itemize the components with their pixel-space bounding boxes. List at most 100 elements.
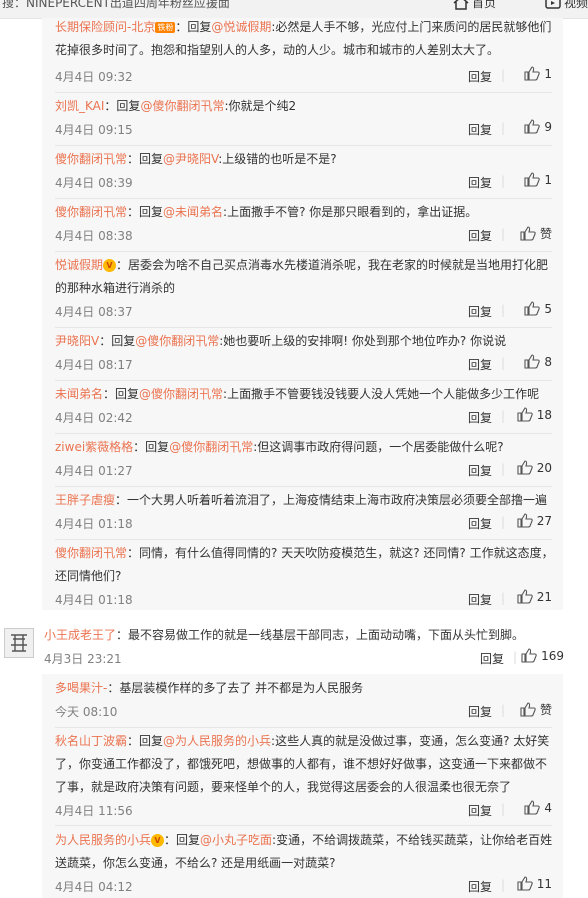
reply-button[interactable]: 回复 [468,802,492,819]
reply-body: 居委会为啥不自己买点消毒水先楼道消杀呢，我在老家的时候就是当地用打化肥的那种水箱… [55,258,549,295]
reply-item: ziwei紫薇格格：回复@傻你翻闭卂常:但这调事市政府得问题，一个居委能做什么呢… [55,436,555,459]
reply-author-link[interactable]: 悦诚假期 [55,258,103,272]
reply-body: :她也要听上级的安排啊! 你处到那个地位咋办? 你说说 [219,334,507,348]
reply-author-link[interactable]: 傻你翻闭卂常 [55,546,127,560]
mention-link[interactable]: @未闻弟名 [163,205,223,219]
like-button[interactable]: 8 [524,354,552,369]
reply-button[interactable]: 回复 [468,409,492,426]
like-button[interactable]: 18 [517,407,552,422]
like-button[interactable]: 1 [524,66,552,81]
reply-button[interactable]: 回复 [480,650,504,667]
like-count: 27 [536,513,552,528]
mention-link[interactable]: @小丸子吃面 [200,833,272,847]
reply-text: 尹晓阳V：回复@傻你翻闭卂常:她也要听上级的安排啊! 你处到那个地位咋办? 你说… [55,330,555,353]
mention-link[interactable]: @悦诚假期 [211,20,271,34]
reply-author-link[interactable]: 秋名山丁波霸 [55,734,127,748]
reply-text: 刘凯_KAI：回复@傻你翻闭卂常:你就是个纯2 [55,95,555,118]
mention-link[interactable]: @傻你翻闭卂常 [135,334,219,348]
like-button[interactable]: 11 [517,876,552,891]
thumbs-up-icon [524,172,541,187]
reply-button[interactable]: 回复 [468,515,492,532]
like-button[interactable]: 4 [524,800,552,815]
reply-item: 刘凯_KAI：回复@傻你翻闭卂常:你就是个纯2 [55,95,555,118]
reply-author-link[interactable]: 王胖子虐瘦 [55,493,115,507]
reply-meta: 今天 08:10 回复 | 赞 [55,701,552,721]
reply-button[interactable]: 回复 [468,878,492,895]
reply-item: 傻你翻闭卂常：回复@未闻弟名:上面撒手不管? 你是那只眼看到的，拿出证据。 [55,201,555,224]
mention-link[interactable]: @傻你翻闭卂常 [169,440,253,454]
separator: | [500,802,505,816]
avatar[interactable] [4,628,34,658]
thumbs-up-icon [520,226,536,241]
like-count: 1 [544,172,552,187]
like-count: 21 [536,589,552,604]
reply-author-link[interactable]: 刘凯_KAI [55,99,104,113]
like-button[interactable]: 20 [517,460,552,475]
mention-link[interactable]: @为人民服务的小兵 [163,734,271,748]
reply-meta: 4月4日 08:17 回复 | 8 [55,354,552,374]
reply-meta: 4月4日 11:56 回复 | 4 [55,800,552,820]
reply-time: 4月4日 01:18 [55,593,133,607]
reply-author-link[interactable]: 未闻弟名 [55,387,103,401]
thumbs-up-icon [524,354,541,369]
thumbs-up-icon [517,513,533,528]
reply-author-link[interactable]: 为人民服务的小兵 [55,833,151,847]
thumbs-up-icon [517,460,533,475]
reply-button[interactable]: 回复 [468,174,492,191]
reply-text: 悦诚假期 V ：居委会为啥不自己买点消毒水先楼道消杀呢，我在老家的时候就是当地用打化… [55,254,555,300]
nav-home[interactable]: 首页 [453,0,496,11]
reply-time: 4月4日 08:17 [55,358,133,372]
search-hint[interactable]: 搜：NINEPERCENT出道四周年粉丝应援面 [2,0,230,11]
reply-author-link[interactable]: 傻你翻闭卂常 [55,205,127,219]
reply-text: 傻你翻闭卂常：回复@未闻弟名:上面撒手不管? 你是那只眼看到的，拿出证据。 [55,201,555,224]
separator: | [500,356,505,370]
separator: | [500,878,505,892]
reply-prefix: ： [116,258,129,272]
divider [55,380,552,381]
reply-author-link[interactable]: 长期保险顾问-北京 [55,20,155,34]
reply-thread: 长期保险顾问-北京 铁粉 ：回复@悦诚假期:必然是人手不够，光应付上门来质问的居民就… [42,18,563,610]
reply-button[interactable]: 回复 [468,356,492,373]
vip-crown-icon: V [103,259,117,272]
reply-time: 4月4日 08:38 [55,229,133,243]
like-button[interactable]: 169 [521,648,564,663]
reply-button[interactable]: 回复 [468,591,492,608]
reply-text: 秋名山丁波霸：回复@为人民服务的小兵:这些人真的就是没做过事，变通，怎么变通? … [55,730,555,799]
like-button[interactable]: 1 [524,172,552,187]
nav-video[interactable]: 视频 [545,0,588,11]
like-button[interactable]: 9 [524,119,552,134]
reply-author-link[interactable]: ziwei紫薇格格 [55,440,133,454]
reply-button[interactable]: 回复 [468,303,492,320]
reply-meta: 4月4日 01:27 回复 | 20 [55,460,552,480]
reply-prefix: ： [107,681,120,695]
mention-link[interactable]: @傻你翻闭卂常 [139,387,223,401]
reply-time: 4月4日 02:42 [55,411,133,425]
separator: | [500,174,505,188]
thumbs-up-icon [521,648,537,663]
thumbs-up-icon [524,119,541,134]
reply-button[interactable]: 回复 [468,462,492,479]
mention-link[interactable]: @傻你翻闭卂常 [140,99,224,113]
reply-author-link[interactable]: 尹晓阳V [55,334,99,348]
reply-button[interactable]: 回复 [468,227,492,244]
thumbs-up-icon [524,800,541,815]
divider [55,486,552,487]
reply-item: 未闻弟名：回复@傻你翻闭卂常:上面撒手不管要钱没钱要人没人凭她一个人能做多少工作… [55,383,555,406]
like-button[interactable]: 27 [517,513,552,528]
reply-button[interactable]: 回复 [468,68,492,85]
like-button[interactable]: 赞 [520,701,552,718]
reply-button[interactable]: 回复 [468,703,492,720]
thumbs-up-icon [517,407,533,422]
like-count: 9 [544,119,552,134]
reply-author-link[interactable]: 傻你翻闭卂常 [55,152,127,166]
reply-button[interactable]: 回复 [468,121,492,138]
reply-body: :上面撒手不管? 你是那只眼看到的，拿出证据。 [223,205,478,219]
separator: | [500,227,505,241]
like-button[interactable]: 21 [517,589,552,604]
comment-author-link[interactable]: 小王成老王了 [44,628,116,642]
mention-link[interactable]: @尹晓阳V [163,152,218,166]
like-button[interactable]: 赞 [520,225,552,242]
reply-author-link[interactable]: 多喝果汁- [55,681,107,695]
separator: | [500,591,505,605]
like-button[interactable]: 5 [524,301,552,316]
